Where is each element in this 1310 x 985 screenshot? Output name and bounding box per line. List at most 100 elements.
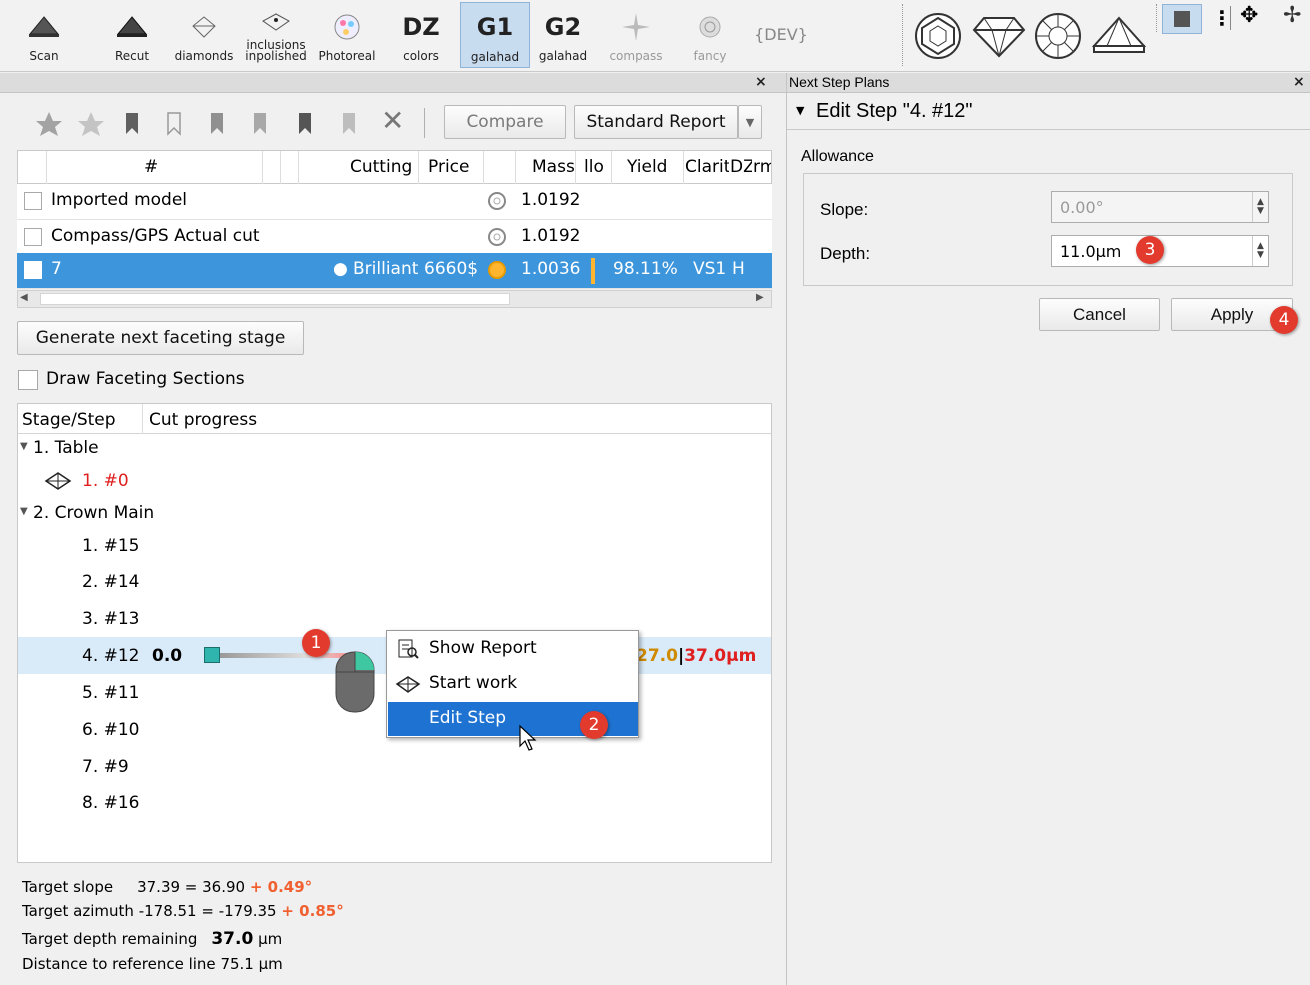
close-left-panel-icon[interactable]: ×	[755, 74, 767, 90]
close-right-panel-icon[interactable]: ×	[1293, 74, 1305, 90]
stage-crown-main[interactable]: 2. Crown Main	[33, 503, 154, 523]
step-item[interactable]: 7. #9	[82, 757, 129, 777]
slope-spinbox[interactable]: 0.00° ▲ ▼	[1051, 191, 1269, 223]
pavilion-icon[interactable]	[1092, 16, 1146, 56]
round-outline-icon[interactable]	[912, 10, 964, 62]
column-cutting[interactable]: Cutting	[350, 157, 412, 177]
column-number[interactable]: #	[144, 157, 158, 177]
table-row[interactable]: Imported model 1.0192	[17, 184, 772, 220]
table-row[interactable]: Compass/GPS Actual cut 1.0192	[17, 220, 772, 256]
toolbar-separator	[1230, 6, 1231, 30]
allowance-bar	[591, 258, 595, 284]
table-row-selected[interactable]: 7 ● Brilliant 6660$ 1.0036 98.11% VS1 H	[17, 253, 772, 289]
bookmark-icon[interactable]	[252, 112, 268, 136]
clear-x-icon[interactable]: ✕	[381, 104, 404, 137]
step-item[interactable]: 5. #11	[82, 683, 140, 703]
row-checkbox[interactable]	[24, 261, 42, 279]
header-cut-progress[interactable]: Cut progress	[149, 410, 257, 430]
report-dropdown-arrow-icon[interactable]: ▼	[738, 105, 762, 139]
diamond-work-icon	[395, 676, 421, 693]
toolbar-separator	[1156, 4, 1157, 32]
edit-step-section-header[interactable]: ▼ Edit Step "4. #12"	[787, 94, 1310, 130]
g2-galahad-button[interactable]: G2 galahad	[534, 4, 592, 66]
left-panel-titlebar	[0, 73, 786, 93]
step-badge-1: 1	[302, 629, 330, 657]
bookmark-icon[interactable]	[297, 112, 313, 136]
row-checkbox[interactable]	[24, 228, 42, 246]
move-icon[interactable]: ✥	[1240, 3, 1258, 28]
depth-stepper-icon[interactable]: ▲ ▼	[1252, 236, 1268, 266]
brilliant-top-icon[interactable]	[1032, 10, 1084, 62]
slope-label: Slope:	[820, 200, 869, 219]
draw-sections-label[interactable]: Draw Faceting Sections	[46, 369, 245, 389]
column-dz[interactable]: DZ	[730, 157, 752, 177]
diamond-outline-icon	[192, 16, 216, 38]
column-allowance[interactable]: llo	[584, 157, 606, 177]
scrollbar-thumb[interactable]	[40, 293, 510, 305]
compare-button[interactable]: Compare	[444, 105, 566, 139]
column-yield[interactable]: Yield	[627, 157, 667, 177]
bookmark-icon[interactable]	[209, 112, 225, 136]
diamond-status-icon	[488, 228, 506, 246]
expand-triangle-icon[interactable]: ▼	[20, 506, 28, 517]
photoreal-button[interactable]: Photoreal	[314, 4, 380, 66]
header-stage-step[interactable]: Stage/Step	[22, 410, 116, 430]
grid-view-button[interactable]	[1162, 4, 1202, 34]
step-item[interactable]: 3. #13	[82, 609, 140, 629]
generate-next-stage-button[interactable]: Generate next faceting stage	[17, 321, 304, 355]
diamond-status-icon	[488, 261, 506, 279]
step-item[interactable]: 8. #16	[82, 793, 140, 813]
row-yield: 98.11%	[613, 259, 678, 279]
scroll-right-icon[interactable]: ▶	[756, 292, 764, 303]
collapse-triangle-icon[interactable]: ▼	[796, 104, 804, 117]
bookmark-icon[interactable]	[124, 112, 140, 136]
row-cutting: Brilliant	[353, 259, 419, 279]
diamond-profile-icon[interactable]	[972, 14, 1026, 58]
mouse-cursor-icon	[519, 724, 537, 751]
slope-stepper-icon[interactable]: ▲ ▼	[1252, 192, 1268, 222]
fancy-button[interactable]: fancy	[682, 4, 738, 66]
row-checkbox[interactable]	[24, 192, 42, 210]
stage-table[interactable]: 1. Table	[33, 438, 99, 458]
row-name: Imported model	[51, 190, 188, 210]
bookmark-icon[interactable]	[341, 112, 357, 136]
scan-button[interactable]: Scan	[20, 4, 68, 66]
more-vertical-icon[interactable]: ⋮	[1212, 6, 1232, 30]
menu-item-show-report[interactable]: Show Report	[387, 632, 640, 666]
row-price: 6660$	[424, 259, 479, 279]
inclusions-button[interactable]: inclusions inpolished	[244, 4, 308, 66]
bookmark-outline-icon[interactable]	[166, 112, 182, 136]
g1-galahad-button[interactable]: G1 galahad	[460, 2, 530, 68]
dz-colors-button[interactable]: DZ colors	[392, 4, 450, 66]
progress-start-marker[interactable]	[204, 647, 220, 663]
draw-sections-checkbox[interactable]	[18, 370, 38, 390]
step-item[interactable]: 6. #10	[82, 720, 140, 740]
photoreal-icon	[334, 14, 360, 40]
cancel-button[interactable]: Cancel	[1039, 298, 1160, 331]
column-extra[interactable]: rm	[753, 157, 771, 177]
step-item[interactable]: 2. #14	[82, 572, 140, 592]
star-outline-icon[interactable]	[76, 110, 106, 138]
row-name: 7	[51, 259, 62, 279]
step-item[interactable]: 1. #15	[82, 536, 140, 556]
recut-button[interactable]: Recut	[104, 4, 160, 66]
recut-icon	[116, 16, 148, 37]
compass-button[interactable]: compass	[604, 4, 668, 66]
star-filled-icon[interactable]	[34, 110, 64, 138]
step-item-current[interactable]: 1. #0	[82, 471, 129, 491]
menu-item-start-work[interactable]: Start work	[387, 667, 640, 701]
column-clarity[interactable]: Clarity	[685, 157, 729, 177]
expand-triangle-icon[interactable]: ▼	[20, 441, 28, 452]
row-name: Compass/GPS Actual cut	[51, 226, 260, 246]
target-azimuth-line: Target azimuth -178.51 = -179.35 + 0.85°	[22, 902, 344, 920]
column-price[interactable]: Price	[428, 157, 469, 177]
allowance-group-label: Allowance	[801, 148, 874, 165]
crosshair-icon[interactable]: ✢	[1283, 3, 1301, 28]
diamonds-button[interactable]: diamonds	[172, 4, 236, 66]
table-horizontal-scrollbar[interactable]: ◀ ▶	[17, 290, 772, 308]
report-type-dropdown[interactable]: Standard Report	[574, 105, 738, 139]
step-item-selected[interactable]: 4. #12	[82, 646, 140, 666]
scroll-left-icon[interactable]: ◀	[20, 292, 28, 303]
dev-button[interactable]: {DEV}	[748, 4, 814, 66]
column-mass[interactable]: Mass	[532, 157, 575, 177]
